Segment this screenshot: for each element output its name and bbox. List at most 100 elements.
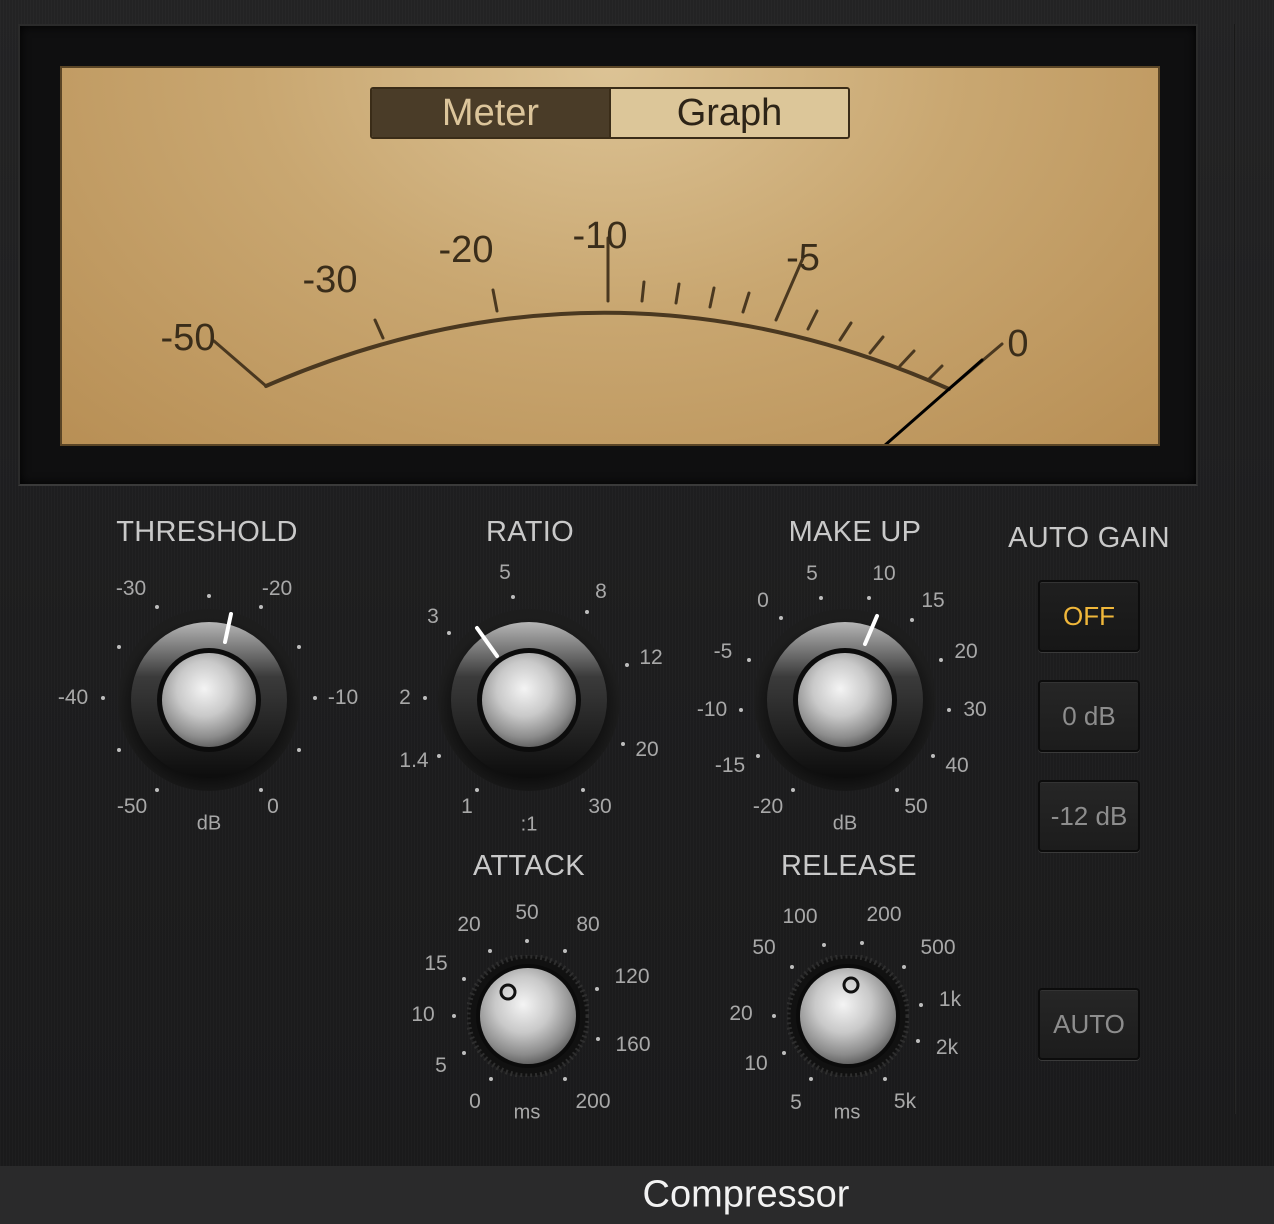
scale-dot [155, 605, 159, 609]
scale-dot [155, 788, 159, 792]
attack-scale-label: 10 [411, 1003, 435, 1026]
threshold-label: THRESHOLD [116, 516, 298, 548]
scale-dot [101, 696, 105, 700]
compressor-plugin: -5 0 -30 -20 -10 -5 0 Meter Graph THRESHO… [0, 0, 1274, 1166]
meter-scale-label: -20 [439, 229, 494, 271]
scale-dot [462, 977, 466, 981]
release-unit: ms [833, 1101, 861, 1124]
attack-scale-label: 200 [575, 1090, 611, 1113]
auto-button[interactable]: AUTO [1038, 988, 1140, 1060]
auto-gain-label: AUTO GAIN [1008, 522, 1170, 554]
scale-dot [739, 708, 743, 712]
scale-dot [596, 1037, 600, 1041]
meter-scale-label: -30 [303, 259, 358, 301]
threshold-scale-label: -40 [57, 686, 89, 709]
attack-scale-label: 80 [576, 913, 600, 936]
scale-dot [259, 605, 263, 609]
release-scale-label: 5 [790, 1091, 802, 1114]
scale-dot [525, 939, 529, 943]
makeup-scale-label: 5 [806, 562, 818, 585]
meter-scale-label: -5 [786, 237, 820, 279]
makeup-unit: dB [832, 812, 858, 835]
release-knob[interactable] [785, 953, 911, 1079]
scale-dot [563, 1077, 567, 1081]
scale-dot [779, 616, 783, 620]
release-scale-label: 10 [744, 1052, 768, 1075]
panel-divider [1234, 24, 1236, 1114]
makeup-scale-label: -15 [714, 754, 746, 777]
ratio-scale-label: 3 [427, 605, 439, 628]
meter-tick [674, 282, 681, 305]
meter-tick-major [212, 339, 268, 388]
scale-dot [756, 754, 760, 758]
makeup-scale-label: 40 [945, 754, 969, 777]
makeup-scale-label: 15 [921, 589, 945, 612]
scale-dot [747, 658, 751, 662]
threshold-unit: dB [196, 812, 222, 835]
threshold-scale-label: -10 [327, 686, 359, 709]
scale-dot [772, 1014, 776, 1018]
attack-scale-label: 50 [515, 901, 539, 924]
scale-dot [883, 1077, 887, 1081]
meter-tick [806, 309, 819, 331]
scale-dot [791, 788, 795, 792]
meter-tick [926, 364, 944, 382]
scale-dot [259, 788, 263, 792]
meter-needle [884, 358, 984, 444]
auto-gain-minus12db-button[interactable]: -12 dB [1038, 780, 1140, 852]
meter-scale-label: 0 [1007, 323, 1028, 365]
scale-dot [563, 949, 567, 953]
makeup-scale-label: -5 [713, 640, 733, 663]
scale-dot [423, 696, 427, 700]
attack-scale-label: 0 [469, 1090, 481, 1113]
auto-gain-0db-button[interactable]: 0 dB [1038, 680, 1140, 752]
scale-dot [297, 748, 301, 752]
auto-gain-off-button[interactable]: OFF [1038, 580, 1140, 652]
scale-dot [822, 943, 826, 947]
ratio-scale-label: 30 [588, 795, 612, 818]
attack-knob[interactable] [465, 953, 591, 1079]
threshold-scale-label: -20 [261, 577, 293, 600]
scale-dot [919, 1003, 923, 1007]
makeup-label: MAKE UP [788, 516, 922, 548]
release-scale-label: 500 [920, 936, 956, 959]
threshold-knob[interactable] [117, 608, 301, 792]
makeup-scale-label: 50 [904, 795, 928, 818]
scale-dot [939, 658, 943, 662]
scale-dot [511, 595, 515, 599]
ratio-knob[interactable] [437, 608, 621, 792]
threshold-scale-label: 0 [267, 795, 279, 818]
scale-dot [117, 645, 121, 649]
scale-dot [313, 696, 317, 700]
scale-dot [819, 596, 823, 600]
makeup-knob[interactable] [753, 608, 937, 792]
makeup-scale-label: 30 [963, 698, 987, 721]
release-scale-label: 100 [782, 905, 818, 928]
meter-tick [708, 286, 716, 309]
plugin-title: Compressor [642, 1173, 850, 1216]
tab-meter[interactable]: Meter [372, 89, 609, 137]
meter-tick [838, 321, 853, 342]
ratio-scale-label: 5 [499, 561, 511, 584]
scale-dot [595, 987, 599, 991]
ratio-unit: :1 [520, 813, 538, 836]
attack-scale-label: 20 [457, 913, 481, 936]
release-scale-label: 1k [938, 988, 962, 1011]
ratio-scale-label: 1.4 [399, 749, 429, 772]
meter-tick [868, 335, 885, 355]
meter-graph-toggle: Meter Graph [370, 87, 850, 139]
plugin-footer: Compressor [0, 1166, 1274, 1224]
tab-graph[interactable]: Graph [609, 89, 848, 137]
scale-dot [437, 754, 441, 758]
release-scale-label: 50 [752, 936, 776, 959]
scale-dot [585, 610, 589, 614]
meter-tick [491, 288, 499, 313]
scale-dot [462, 1051, 466, 1055]
scale-dot [489, 1077, 493, 1081]
scale-dot [809, 1077, 813, 1081]
release-scale-label: 5k [893, 1090, 917, 1113]
scale-dot [895, 788, 899, 792]
makeup-scale-label: -10 [696, 698, 728, 721]
meter-tick [898, 349, 916, 368]
scale-dot [207, 594, 211, 598]
